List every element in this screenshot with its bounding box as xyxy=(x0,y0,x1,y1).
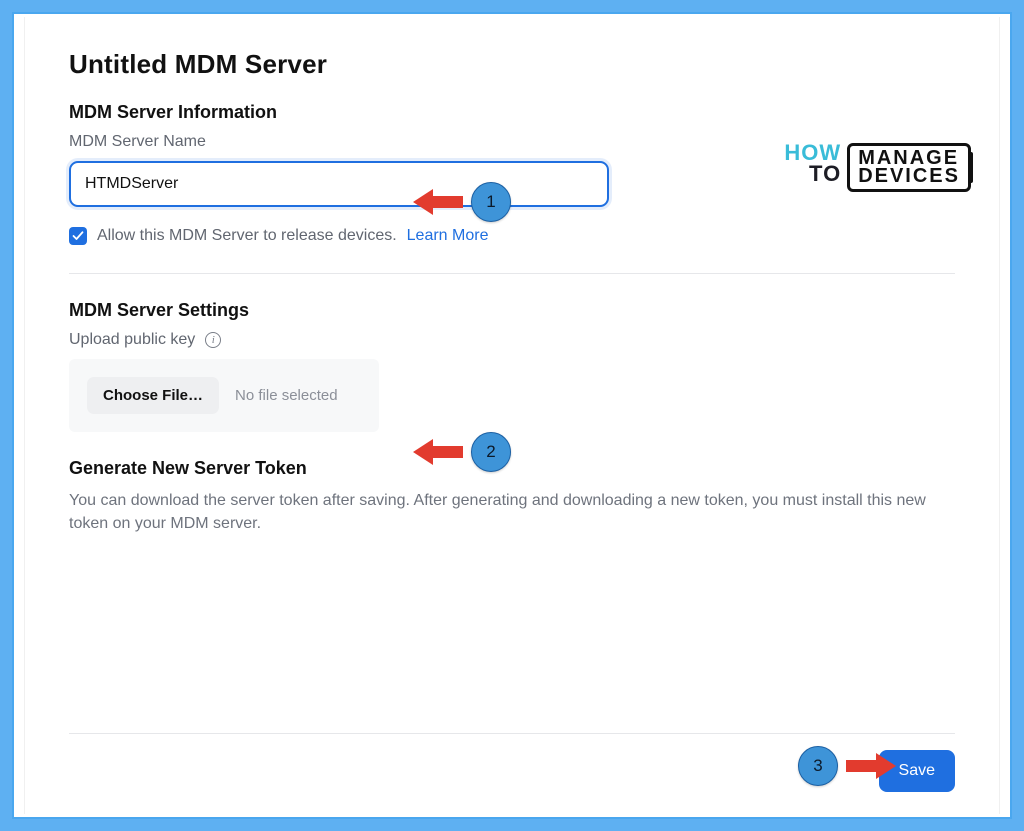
mdm-info-heading: MDM Server Information xyxy=(69,102,955,123)
bottom-bar: Save xyxy=(69,733,955,792)
generate-token-heading: Generate New Server Token xyxy=(69,458,955,479)
allow-release-checkbox[interactable] xyxy=(69,227,87,245)
save-button[interactable]: Save xyxy=(879,750,955,792)
mdm-server-card: Untitled MDM Server MDM Server Informati… xyxy=(24,17,1000,814)
upload-public-key-label: Upload public key xyxy=(69,331,195,349)
logo-box: MANAGE DEVICES xyxy=(847,143,971,192)
mdm-name-input[interactable] xyxy=(69,161,609,207)
bottom-divider xyxy=(69,733,955,734)
section-divider xyxy=(69,273,955,274)
file-selected-status: No file selected xyxy=(235,387,338,404)
logo-to: TO xyxy=(784,164,841,185)
mdm-settings-heading: MDM Server Settings xyxy=(69,300,955,321)
allow-release-row: Allow this MDM Server to release devices… xyxy=(69,227,955,245)
generate-token-description: You can download the server token after … xyxy=(69,489,949,535)
logo-devices: DEVICES xyxy=(858,167,960,185)
allow-release-label: Allow this MDM Server to release devices… xyxy=(97,227,397,245)
token-section: Generate New Server Token You can downlo… xyxy=(69,458,955,535)
choose-file-button[interactable]: Choose File… xyxy=(87,377,219,414)
check-icon xyxy=(72,230,84,242)
file-upload-box: Choose File… No file selected xyxy=(69,359,379,432)
howto-manage-devices-logo: HOW TO MANAGE DEVICES xyxy=(784,143,971,192)
info-icon[interactable]: i xyxy=(205,332,221,348)
learn-more-link[interactable]: Learn More xyxy=(407,227,489,245)
page-title: Untitled MDM Server xyxy=(69,49,955,80)
screenshot-frame: Untitled MDM Server MDM Server Informati… xyxy=(12,12,1012,819)
